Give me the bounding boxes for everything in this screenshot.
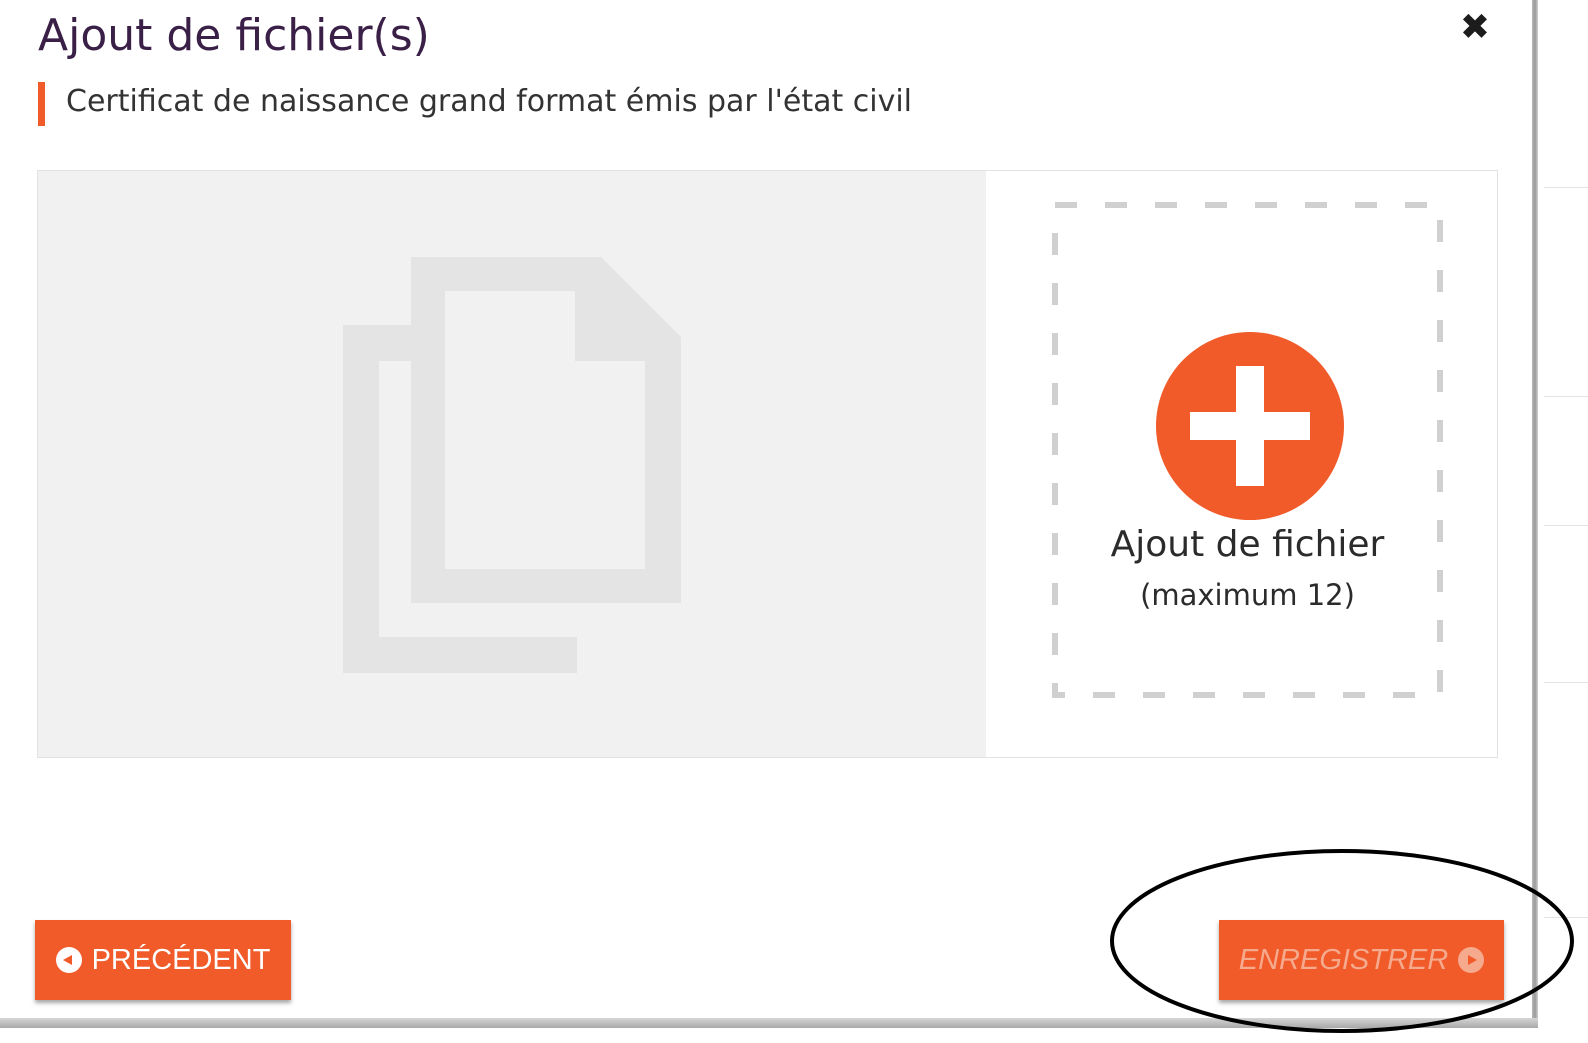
previous-button-label: PRÉCÉDENT <box>91 943 271 976</box>
arrow-left-circle-icon <box>55 947 82 973</box>
document-type-subtitle: Certificat de naissance grand format émi… <box>66 84 913 119</box>
dropzone-limit: (maximum 12) <box>1140 578 1355 612</box>
close-icon[interactable]: ✖ <box>1455 8 1495 48</box>
highlight-ellipse <box>1110 849 1574 1033</box>
previous-button[interactable]: PRÉCÉDENT <box>35 920 291 1000</box>
page: Ajout de fichier(s) ✖ Certificat de nais… <box>0 0 1588 1043</box>
background-divider <box>1544 525 1588 526</box>
modal-title: Ajout de fichier(s) <box>38 10 430 61</box>
add-file-dropzone[interactable]: Ajout de fichier (maximum 12) <box>1052 202 1443 698</box>
background-divider <box>1544 396 1588 397</box>
subtitle-accent-bar <box>38 82 45 126</box>
file-preview-area <box>38 171 986 757</box>
background-divider <box>1544 682 1588 683</box>
background-divider <box>1544 187 1588 188</box>
dropzone-label: Ajout de fichier <box>1110 524 1385 565</box>
plus-icon[interactable] <box>1156 332 1344 520</box>
files-icon <box>343 257 681 673</box>
